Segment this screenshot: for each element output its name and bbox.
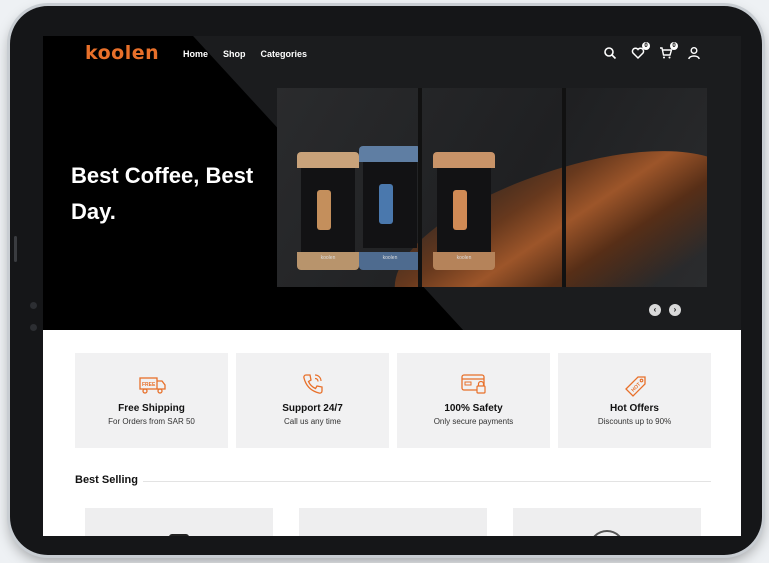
- hero-product-image: koolen koolen koolen: [277, 88, 707, 287]
- slider-prev-button[interactable]: ‹: [649, 304, 661, 316]
- wishlist-count: 0: [642, 42, 650, 50]
- feature-title: Free Shipping: [118, 403, 185, 414]
- coffee-machine-blue: koolen: [359, 146, 421, 270]
- product-image: [589, 530, 625, 536]
- cart-button[interactable]: 0: [659, 42, 678, 60]
- feature-subtitle: Call us any time: [284, 417, 341, 426]
- product-cards: [85, 508, 701, 536]
- nav-home[interactable]: Home: [183, 49, 208, 59]
- coffee-machine-gold: koolen: [297, 152, 359, 270]
- feature-title: Hot Offers: [610, 403, 659, 414]
- feature-free-shipping: FREE Free Shipping For Orders from SAR 5…: [75, 353, 228, 448]
- device-sensor: [30, 324, 37, 331]
- panel-divider: [562, 88, 566, 287]
- free-delivery-icon: FREE: [138, 377, 166, 394]
- slider-controls: ‹ ›: [649, 304, 681, 316]
- wishlist-button[interactable]: 0: [631, 42, 650, 60]
- product-card[interactable]: [299, 508, 487, 536]
- coffee-machine-copper: koolen: [433, 152, 495, 270]
- secure-card-icon: [460, 374, 486, 394]
- device-side-button: [14, 236, 17, 262]
- logo[interactable]: koolen: [85, 42, 159, 64]
- best-selling-title: Best Selling: [75, 474, 138, 486]
- tablet-frame: koolen Home Shop Categories 0 0 Best Cof…: [10, 6, 762, 555]
- feature-safety: 100% Safety Only secure payments: [397, 353, 550, 448]
- nav-links: Home Shop Categories: [183, 49, 307, 59]
- hero-title: Best Coffee, Best Day.: [71, 163, 254, 224]
- section-divider: [143, 481, 711, 482]
- slider-next-button[interactable]: ›: [669, 304, 681, 316]
- nav-categories[interactable]: Categories: [261, 49, 308, 59]
- cart-count: 0: [670, 42, 678, 50]
- hero-banner: koolen Home Shop Categories 0 0 Best Cof…: [43, 36, 741, 330]
- nav-shop[interactable]: Shop: [223, 49, 246, 59]
- panel-divider: [418, 88, 422, 287]
- feature-hot-offers: HOT Hot Offers Discounts up to 90%: [558, 353, 711, 448]
- hot-tag-icon: HOT: [624, 376, 646, 397]
- feature-subtitle: Discounts up to 90%: [597, 417, 672, 426]
- top-navbar: koolen Home Shop Categories 0 0: [43, 36, 741, 74]
- user-icon[interactable]: [687, 46, 701, 60]
- product-card[interactable]: [513, 508, 701, 536]
- support-phone-icon: [302, 374, 323, 394]
- nav-icons: 0 0: [603, 42, 701, 60]
- feature-title: Support 24/7: [282, 403, 343, 414]
- svg-text:FREE: FREE: [142, 382, 156, 388]
- feature-support: Support 24/7 Call us any time: [236, 353, 389, 448]
- product-image: [169, 534, 189, 536]
- feature-subtitle: Only secure payments: [433, 417, 514, 426]
- coffee-swoosh: [375, 126, 707, 287]
- search-icon[interactable]: [603, 46, 617, 60]
- feature-list: FREE Free Shipping For Orders from SAR 5…: [75, 353, 711, 448]
- device-camera: [30, 302, 37, 309]
- product-card[interactable]: [85, 508, 273, 536]
- feature-title: 100% Safety: [444, 403, 503, 414]
- browser-screen: koolen Home Shop Categories 0 0 Best Cof…: [43, 36, 741, 536]
- feature-subtitle: For Orders from SAR 50: [108, 417, 195, 426]
